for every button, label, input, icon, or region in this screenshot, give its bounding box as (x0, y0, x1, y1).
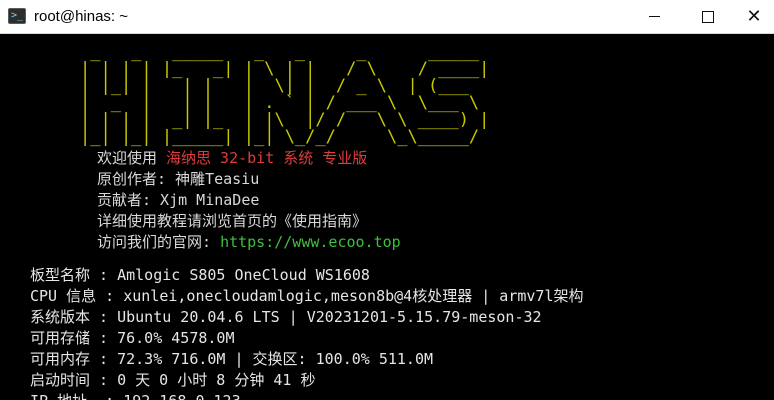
hinas-ascii-banner: _ _ _____ _ _ _ _____ | | | | |_ _| | \ … (80, 42, 490, 147)
welcome-block: 欢迎使用 海纳思 32-bit 系统 专业版 原创作者: 神雕Teasiu 贡献… (97, 148, 757, 253)
cpu-info-line: CPU 信息 : xunlei,onecloudamlogic,meson8b@… (30, 287, 584, 305)
terminal-output[interactable]: _ _ _____ _ _ _ _____ | | | | |_ _| | \ … (0, 34, 774, 400)
guide-line: 详细使用教程请浏览首页的《使用指南》 (97, 212, 368, 230)
memory-info-line: 可用内存 : 72.3% 716.0M | 交换区: 100.0% 511.0M (30, 350, 434, 368)
website-prefix: 访问我们的官网: (97, 233, 221, 251)
ip-address-line: IP 地址 : 192.168.0.123 (30, 391, 770, 400)
welcome-prefix: 欢迎使用 (97, 149, 167, 167)
website-link[interactable]: https://www.ecoo.top (220, 233, 401, 251)
author-line: 原创作者: 神雕Teasiu (97, 170, 260, 188)
welcome-line: 欢迎使用 海纳思 32-bit 系统 专业版 (97, 148, 757, 169)
contributors-line: 贡献者: Xjm MinaDee (97, 191, 260, 209)
title-bar[interactable]: >_ root@hinas: ~ ✕ (0, 0, 774, 34)
storage-info-line: 可用存储 : 76.0% 4578.0M (30, 329, 235, 347)
system-name-highlight: 海纳思 32-bit 系统 专业版 (166, 149, 368, 167)
website-line: 访问我们的官网: https://www.ecoo.top (97, 232, 757, 253)
maximize-button[interactable] (684, 0, 732, 33)
minimize-button[interactable] (630, 0, 678, 33)
system-info-block: 板型名称 : Amlogic S805 OneCloud WS1608 CPU … (30, 265, 770, 400)
uptime-line: 启动时间 : 0 天 0 小时 8 分钟 41 秒 (30, 371, 316, 389)
terminal-icon[interactable]: >_ (8, 8, 26, 24)
maximize-icon (702, 10, 714, 23)
close-button[interactable]: ✕ (730, 0, 774, 33)
terminal-window: >_ root@hinas: ~ ✕ _ _ _____ _ _ _ _____… (0, 0, 774, 400)
os-version-line: 系统版本 : Ubuntu 20.04.6 LTS | V20231201-5.… (30, 308, 542, 326)
close-icon: ✕ (746, 5, 762, 27)
board-info-line: 板型名称 : Amlogic S805 OneCloud WS1608 (30, 266, 370, 284)
window-title: root@hinas: ~ (34, 8, 129, 25)
minimize-icon (648, 16, 660, 17)
